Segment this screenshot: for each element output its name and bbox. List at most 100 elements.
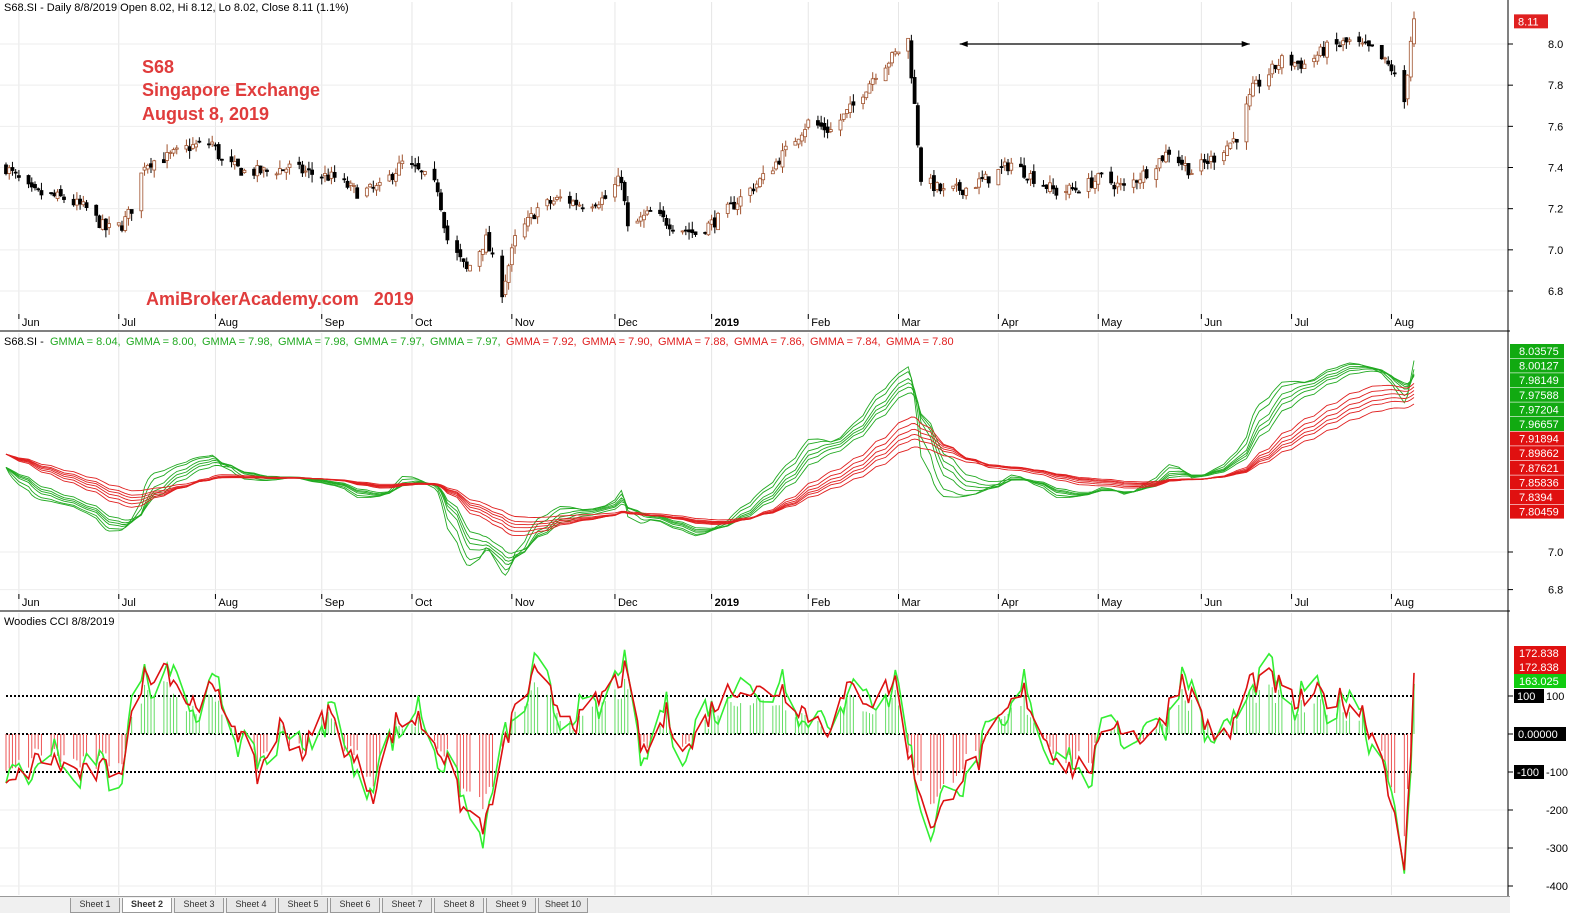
gmma-legend-entry: GMMA = 7.80: [886, 336, 954, 348]
candle-body: [1041, 184, 1046, 187]
candle-body: [619, 176, 624, 184]
candle-body: [1315, 54, 1320, 62]
candle-body: [680, 230, 685, 233]
candle-body: [300, 164, 305, 174]
candle-body: [816, 120, 820, 126]
candle-body: [103, 218, 108, 231]
x-tick-label: Feb: [811, 317, 830, 329]
candle-body: [1154, 168, 1159, 180]
sheet-tab[interactable]: Sheet 5: [278, 898, 328, 913]
candle-body: [258, 165, 263, 174]
sheet-tab[interactable]: Sheet 8: [434, 898, 484, 913]
candle-body: [580, 207, 585, 210]
price-y-tick-label: 7.6: [1548, 121, 1563, 133]
candle-body: [851, 101, 856, 106]
gmma-value-label: 7.97588: [1519, 390, 1559, 402]
sheet-tab[interactable]: Sheet 2: [122, 898, 172, 913]
candle-body: [326, 174, 331, 181]
candle-body: [252, 168, 256, 176]
sheet-tab[interactable]: Sheet 1: [70, 898, 120, 913]
candle-body: [1099, 172, 1104, 175]
candle-body: [374, 185, 379, 191]
candle-body: [1379, 44, 1384, 60]
candle-body: [100, 219, 105, 230]
candle-body: [1006, 162, 1010, 172]
sheet-tab[interactable]: Sheet 10: [538, 898, 588, 913]
candle-body: [52, 192, 57, 197]
candle-body: [1160, 155, 1165, 161]
candle-body: [1234, 139, 1239, 143]
candle-body: [1366, 40, 1371, 47]
candle-body: [545, 199, 550, 207]
candle-body: [78, 198, 83, 205]
x-tick-label: Nov: [515, 597, 535, 609]
candle-body: [120, 225, 124, 231]
candle-body: [1048, 182, 1052, 192]
candle-body: [1167, 149, 1172, 155]
candle-body: [996, 169, 1001, 186]
candle-body: [242, 169, 247, 173]
candle-body: [81, 201, 86, 206]
candle-body: [803, 129, 807, 138]
sheet-tab[interactable]: Sheet 4: [226, 898, 276, 913]
candle: [236, 158, 240, 168]
candle-body: [845, 109, 849, 114]
candle-body: [526, 217, 530, 227]
candle-body: [841, 113, 846, 120]
candle-body: [410, 163, 414, 165]
candle-body: [355, 187, 360, 199]
candle-body: [919, 147, 923, 182]
candle-body: [954, 183, 959, 186]
candle: [97, 214, 102, 229]
price-y-tick-label: 7.8: [1548, 80, 1563, 92]
gmma-legend-entry: GMMA = 7.90,: [582, 336, 653, 348]
candle-body: [712, 217, 717, 228]
candle-body: [310, 169, 314, 175]
candle-body: [329, 171, 334, 179]
x-tick-label: Jul: [1295, 597, 1309, 609]
sheet-tab[interactable]: Sheet 7: [382, 898, 432, 913]
candle-body: [187, 146, 192, 152]
candle-body: [1051, 185, 1056, 190]
sheet-tab[interactable]: Sheet 6: [330, 898, 380, 913]
cci-y-tick-label: -300: [1546, 843, 1568, 855]
candle-body: [864, 91, 869, 99]
candle-body: [593, 204, 598, 207]
sheet-tab[interactable]: Sheet 9: [486, 898, 536, 913]
candle-body: [126, 209, 131, 219]
candle-body: [419, 170, 424, 173]
candle-body: [616, 175, 621, 187]
candle-body: [484, 234, 488, 253]
candle-body: [596, 204, 601, 209]
candle-body: [935, 182, 940, 190]
candle-body: [464, 261, 469, 270]
candle-body: [1360, 42, 1365, 45]
candle-body: [509, 247, 514, 266]
gmma-value-label: 8.00127: [1519, 361, 1559, 373]
candle-body: [400, 160, 405, 165]
candle-body: [770, 170, 775, 175]
gmma-legend-entry: GMMA = 7.86,: [734, 336, 805, 348]
candle-body: [886, 62, 891, 68]
candle-body: [1228, 142, 1233, 149]
candle-body: [648, 210, 653, 212]
candle-body: [870, 78, 875, 85]
candle-body: [977, 178, 981, 188]
x-tick-label: Jun: [1204, 597, 1222, 609]
candle-body: [1109, 171, 1114, 184]
price-y-tick-label: 8.0: [1548, 39, 1563, 51]
candle-body: [422, 171, 427, 175]
candle-body: [693, 231, 698, 235]
x-tick-label: 2019: [715, 597, 739, 609]
candle-body: [1135, 180, 1139, 183]
x-tick-label: Nov: [515, 317, 535, 329]
candle-body: [145, 164, 150, 170]
gmma-value-label: 7.96657: [1519, 419, 1559, 431]
candle-body: [828, 129, 833, 132]
gmma-value-label: 7.91894: [1519, 434, 1559, 446]
candle-body: [1141, 170, 1146, 183]
candle: [500, 249, 505, 303]
x-tick-label: Sep: [325, 317, 345, 329]
sheet-tab[interactable]: Sheet 3: [174, 898, 224, 913]
candle-body: [973, 187, 978, 189]
